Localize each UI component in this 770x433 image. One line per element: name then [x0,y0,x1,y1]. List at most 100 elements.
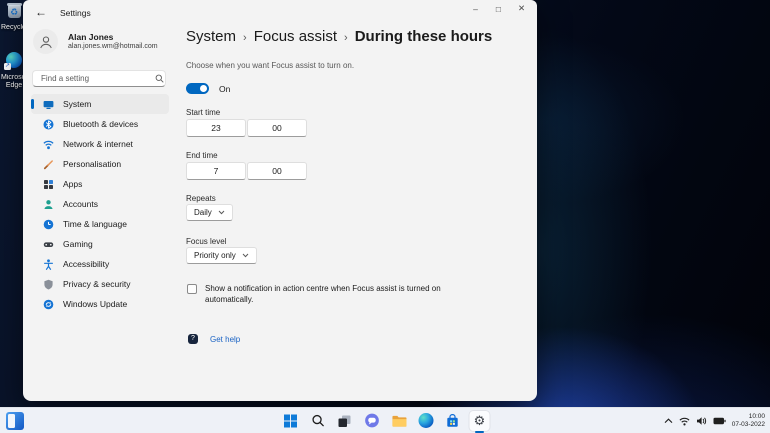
file-explorer-button[interactable] [389,411,409,431]
system-icon [43,99,54,110]
sidebar-item-bluetooth-devices[interactable]: Bluetooth & devices [31,114,169,134]
start-minute-input[interactable]: 00 [247,119,307,137]
maximize-button[interactable]: □ [487,0,510,17]
clock-icon [43,219,54,230]
sidebar-item-label: Accessibility [63,259,110,269]
brush-icon [43,159,54,170]
sidebar-item-privacy-security[interactable]: Privacy & security [31,274,169,294]
close-button[interactable]: ✕ [510,0,533,17]
person-silhouette-icon [39,35,52,48]
start-time-label: Start time [186,108,221,117]
focus-level-dropdown[interactable]: Priority only [186,247,257,264]
edge-icon [418,413,433,428]
sidebar-item-apps[interactable]: Apps [31,174,169,194]
chevron-right-icon: › [243,32,247,44]
sidebar-item-accounts[interactable]: Accounts [31,194,169,214]
edge-button[interactable] [416,411,436,431]
start-time-fields: 23 00 [186,119,307,137]
sidebar-item-time-language[interactable]: Time & language [31,214,169,234]
task-view-button[interactable] [335,411,355,431]
start-hour-input[interactable]: 23 [186,119,246,137]
window-title: Settings [60,8,91,18]
get-help-link[interactable]: Get help [210,335,240,344]
folder-icon [391,415,406,427]
repeats-dropdown[interactable]: Daily [186,204,233,221]
tray-volume-icon[interactable] [696,416,707,426]
shield-icon [43,279,54,290]
taskbar: ⚙ 10:00 07-03-2022 [0,407,770,433]
page-description: Choose when you want Focus assist to tur… [186,61,355,70]
tray-time: 10:00 [748,413,765,420]
tray-date: 07-03-2022 [731,421,765,428]
breadcrumb-during-these-hours: During these hours [354,28,493,45]
repeats-label: Repeats [186,194,216,203]
search-box[interactable] [32,70,166,87]
tray-wifi-icon[interactable] [679,417,690,426]
wifi-icon [43,139,54,150]
tray-chevron-up-icon[interactable] [664,418,673,424]
sidebar-item-accessibility[interactable]: Accessibility [31,254,169,274]
microsoft-store-button[interactable] [443,411,463,431]
edge-icon: ↗ [4,52,22,70]
taskbar-center: ⚙ [281,408,490,433]
update-icon [43,299,54,310]
sidebar-item-label: Bluetooth & devices [63,119,139,129]
end-time-label: End time [186,151,218,160]
chat-bubble-icon [364,413,379,428]
chevron-right-icon: › [344,32,348,44]
end-minute-input[interactable]: 00 [247,162,307,180]
widgets-icon[interactable] [6,412,24,430]
focus-assist-toggle[interactable] [186,83,209,94]
active-app-indicator [475,430,484,433]
gear-icon: ⚙ [473,413,486,428]
focus-level-value: Priority only [194,251,236,260]
repeats-value: Daily [194,208,212,217]
clock[interactable]: 10:00 07-03-2022 [732,413,765,429]
sidebar-item-label: Gaming [63,239,93,249]
sidebar-item-windows-update[interactable]: Windows Update [31,294,169,314]
breadcrumb-focus-assist[interactable]: Focus assist [254,28,337,45]
settings-window: ← Settings – □ ✕ Alan Jones alan.jones.w… [23,0,537,401]
notification-checkbox[interactable] [187,284,197,294]
settings-button[interactable]: ⚙ [469,410,490,433]
sidebar-item-label: Privacy & security [63,279,131,289]
sidebar-item-label: Time & language [63,219,127,229]
start-button[interactable] [281,411,301,431]
sidebar-item-personalisation[interactable]: Personalisation [31,154,169,174]
sidebar-item-network-internet[interactable]: Network & internet [31,134,169,154]
tray-battery-icon[interactable] [713,417,726,425]
sidebar: System Bluetooth & devices Network & int… [31,94,169,314]
person-icon [43,199,54,210]
sidebar-item-label: Apps [63,179,83,189]
avatar[interactable] [33,29,58,54]
sidebar-item-label: Windows Update [63,299,128,309]
end-hour-input[interactable]: 7 [186,162,246,180]
taskbar-search-button[interactable] [308,411,328,431]
breadcrumb-system[interactable]: System [186,28,236,45]
chevron-down-icon [242,253,249,258]
recycle-bin-icon: ♻ [6,2,22,18]
minimize-button[interactable]: – [464,0,487,17]
task-view-icon [338,415,351,427]
sidebar-item-gaming[interactable]: Gaming [31,234,169,254]
sidebar-item-label: Network & internet [63,139,133,149]
shortcut-arrow-icon: ↗ [4,63,11,70]
breadcrumb: System › Focus assist › During these hou… [186,28,492,45]
back-button[interactable]: ← [35,5,47,19]
bluetooth-icon [43,119,54,130]
window-controls: – □ ✕ [464,0,533,17]
store-bag-icon [447,413,458,427]
get-help: ? Get help [188,334,240,344]
sidebar-item-system[interactable]: System [31,94,169,114]
profile-name: Alan Jones [68,32,114,42]
selection-indicator [31,99,34,109]
windows-logo-icon [284,414,297,427]
notification-checkbox-label: Show a notification in action centre whe… [205,284,441,304]
get-help-icon: ? [188,334,198,344]
system-tray: 10:00 07-03-2022 [664,408,765,433]
focus-level-label: Focus level [186,237,227,246]
chat-button[interactable] [362,411,382,431]
search-input[interactable] [33,74,155,83]
accessibility-icon [43,258,54,270]
gamepad-icon [43,239,54,250]
